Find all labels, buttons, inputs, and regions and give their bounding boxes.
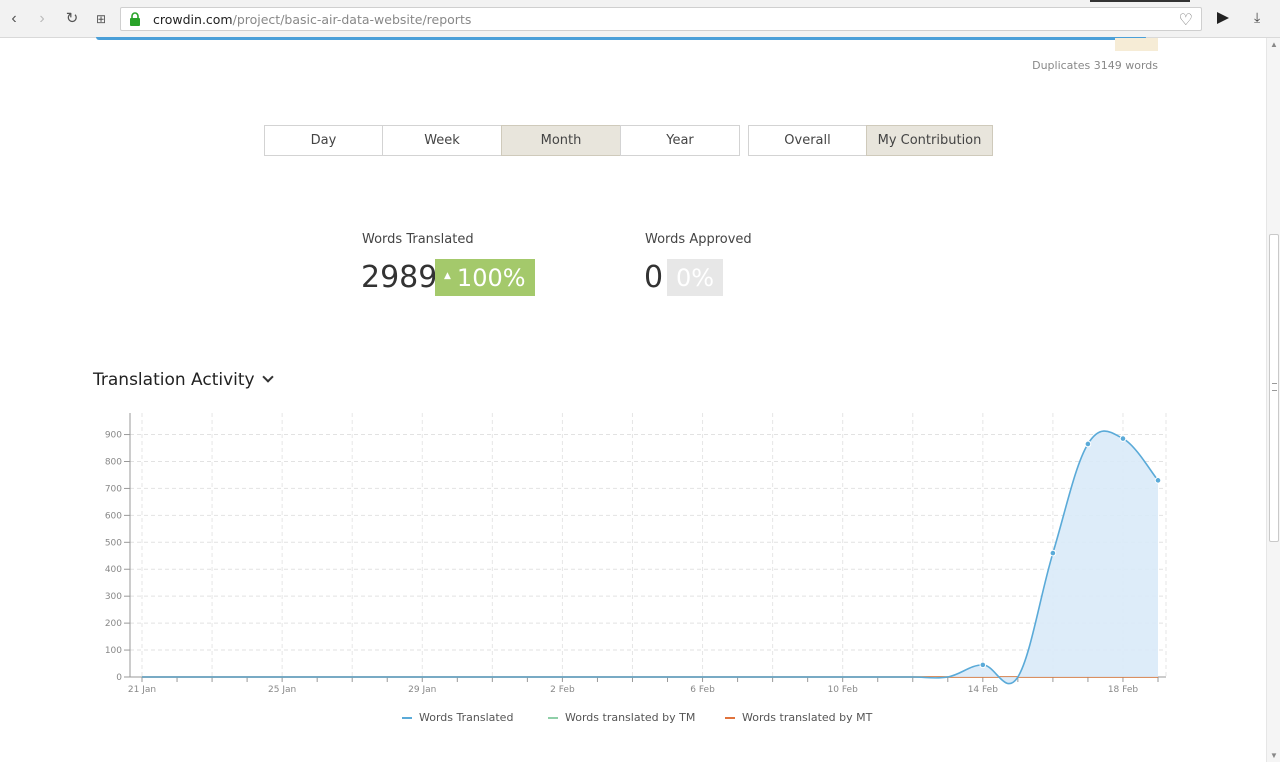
data-point [1084,440,1092,448]
words-translated-change: 100% [456,263,526,292]
x-tick-label: 21 Jan [128,685,156,695]
url-host: crowdin.com [153,12,233,27]
grid-icon[interactable]: ⊞ [91,9,111,29]
legend-swatch [725,716,735,719]
y-tick-label: 700 [105,484,122,494]
duplicates-count: Duplicates 3149 words [1032,59,1158,72]
forward-icon[interactable]: › [32,9,52,29]
progress-segment [1115,38,1158,51]
x-tick-label: 18 Feb [1108,685,1139,695]
lock-icon [130,12,140,26]
series-area-translated [142,431,1158,684]
y-tick-label: 500 [105,538,122,548]
y-tick-label: 900 [105,431,122,441]
legend-label: Words Translated [419,711,514,724]
reload-icon[interactable]: ↻ [62,9,82,29]
x-tick-label: 6 Feb [690,685,715,695]
y-tick-label: 100 [105,646,122,656]
data-point [1049,549,1057,557]
year-button[interactable]: Year [620,125,740,156]
x-tick-label: 2 Feb [550,685,575,695]
x-tick-label: 14 Feb [968,685,999,695]
my-contribution-button[interactable]: My Contribution [866,125,993,156]
y-tick-label: 200 [105,619,122,629]
scroll-up-icon[interactable]: ▲ [1270,40,1278,49]
x-tick-label: 10 Feb [828,685,859,695]
legend-swatch [548,716,558,719]
download-icon[interactable]: ⤓ [1254,9,1260,26]
data-point [1154,477,1162,484]
tab-accent [1090,0,1190,2]
data-point [979,661,987,669]
words-translated-label: Words Translated [362,232,474,247]
scroll-grip-icon [1272,383,1277,391]
legend-swatch [402,716,412,719]
week-button[interactable]: Week [382,125,502,156]
y-tick-label: 400 [105,565,122,575]
chevron-down-icon[interactable] [261,371,274,383]
heart-icon[interactable]: ♡ [1179,10,1193,30]
legend-label: Words translated by TM [565,711,696,724]
legend-label: Words translated by MT [742,711,873,724]
month-button[interactable]: Month [501,125,621,156]
back-icon[interactable]: ‹ [4,9,24,29]
x-tick-label: 29 Jan [408,685,436,695]
translation-activity-header[interactable]: Translation Activity [93,370,274,390]
period-button-group: Day Week Month Year [264,125,740,156]
day-button[interactable]: Day [264,125,383,156]
vertical-scrollbar[interactable]: ▲ ▼ [1266,38,1280,762]
words-translated-change-badge: ▲ 100% [435,259,535,296]
words-approved-value: 0 [644,260,664,295]
words-approved-label: Words Approved [645,232,752,247]
y-tick-label: 800 [105,457,122,467]
section-title: Translation Activity [93,370,255,390]
scope-button-group: Overall My Contribution [748,125,993,156]
flag-icon[interactable] [1215,10,1231,26]
y-tick-label: 600 [105,511,122,521]
words-approved-change: 0% [676,263,715,292]
scroll-down-icon[interactable]: ▼ [1270,751,1278,760]
url-path: /project/basic-air-data-website/reports [232,12,472,27]
progress-line [96,37,1146,40]
words-approved-change-badge: 0% [667,259,724,296]
legend-item-translated[interactable]: Words Translated [402,711,513,724]
scroll-thumb[interactable] [1269,234,1279,542]
up-triangle-icon: ▲ [444,270,451,281]
x-tick-label: 25 Jan [268,685,296,695]
y-tick-label: 0 [116,673,122,683]
words-translated-value: 2989 [361,260,438,295]
legend-item-tm[interactable]: Words translated by TM [548,711,695,724]
browser-toolbar: ‹ › ↻ ⊞ crowdin.com/project/basic-air-da… [0,0,1280,38]
address-bar[interactable]: crowdin.com/project/basic-air-data-websi… [120,7,1202,31]
series-line [142,430,1159,685]
y-tick-label: 300 [105,592,122,602]
data-point [1119,435,1127,442]
url-text: crowdin.com/project/basic-air-data-websi… [153,12,471,27]
translation-activity-chart: 0 100 200 300 400 500 600 700 800 900 21 Jan 25 Jan… [105,413,1167,695]
legend-item-mt[interactable]: Words translated by MT [725,711,872,724]
overall-button[interactable]: Overall [748,125,867,156]
